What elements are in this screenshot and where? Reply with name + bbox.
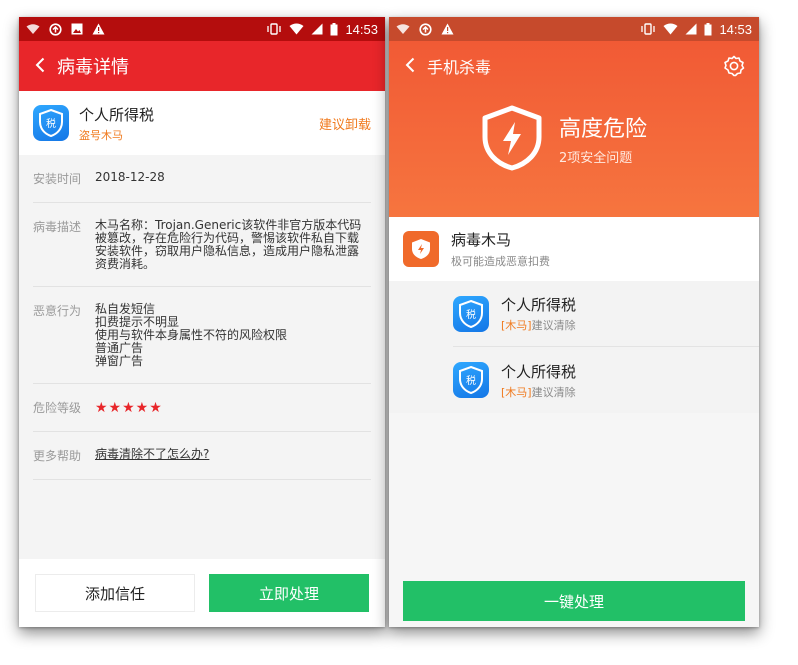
risk-level-text: 高度危险 [558,116,647,142]
wifi-question-icon [396,23,410,35]
virus-detail-screen: 14:53 病毒详情 税 个人所得税 盗号木马 建议卸载 安装时间 2018-1… [19,17,385,627]
category-desc: 极可能造成恶意扣费 [451,255,550,268]
detail-row-description: 病毒描述 木马名称：Trojan.Generic该软件非官方版本代码 被篡改，存… [33,203,371,287]
tax-icon-label: 税 [46,117,56,130]
app-info-row: 税 个人所得税 盗号木马 建议卸载 [19,91,385,155]
detail-row-risk-level: 危险等级 ★★★★★ [33,384,371,432]
danger-shield-icon [481,105,543,171]
threat-tag: [木马] [501,385,532,399]
status-time: 14:53 [719,21,752,37]
gear-icon[interactable] [723,55,745,77]
risk-stars: ★★★★★ [95,400,163,416]
issue-count-text: 2项安全问题 [558,150,633,166]
signal-icon [311,23,323,35]
sync-icon [419,22,432,36]
suggestion-text: 建议清除 [531,319,576,332]
uninstall-suggestion-link[interactable]: 建议卸载 [319,114,371,133]
wifi-question-icon [26,23,40,35]
tax-icon-label: 税 [466,374,476,387]
risk-summary-header: 手机杀毒 高度危险 2项安全问题 [389,41,759,217]
detail-value: 2018-12-28 [95,170,165,184]
page-title: 手机杀毒 [427,58,492,77]
threat-type: 盗号木马 [79,128,123,142]
image-icon [71,23,83,35]
tax-app-icon: 税 [453,295,489,332]
tax-app-icon: 税 [453,362,489,398]
back-arrow-icon[interactable] [35,56,45,76]
detail-label: 恶意行为 [33,304,82,318]
action-bar: 添加信任 立即处理 [19,559,385,627]
vibrate-icon [640,23,656,35]
status-time: 14:53 [345,21,378,37]
app-bar: 病毒详情 [19,41,385,91]
status-bar: 14:53 [389,17,759,41]
detail-label: 危险等级 [33,401,82,415]
suggestion-text: 建议清除 [531,385,576,399]
detail-label: 安装时间 [33,172,82,186]
battery-icon [330,22,338,36]
infected-app-list: 税 个人所得税 [木马]建议清除 税 个人所得税 [木马]建议清除 [389,281,759,413]
category-name: 病毒木马 [451,231,512,249]
detail-row-malicious-behavior: 恶意行为 私自发短信 扣费提示不明显 使用与软件本身属性不符的风险权限 普通广告… [33,287,371,384]
back-arrow-icon[interactable] [405,56,415,76]
help-link[interactable]: 病毒清除不了怎么办? [95,447,209,461]
sync-icon [49,22,62,36]
detail-label: 病毒描述 [33,220,82,234]
detail-label: 更多帮助 [33,449,82,463]
description-line: 资费消耗。 [95,257,156,271]
trojan-shield-icon [403,231,439,267]
app-name: 个人所得税 [79,105,155,124]
wifi-icon [289,23,304,35]
threat-tag: [木马] [501,319,532,332]
detail-row-install-time: 安装时间 2018-12-28 [33,155,371,203]
list-item[interactable]: 税 个人所得税 [木马]建议清除 [453,347,759,413]
wifi-icon [663,23,678,35]
app-name: 个人所得税 [501,362,577,381]
battery-icon [704,22,712,36]
tax-icon-label: 税 [466,308,476,321]
handle-now-button[interactable]: 立即处理 [209,574,369,612]
signal-icon [685,23,697,35]
add-trust-button[interactable]: 添加信任 [35,574,195,612]
vibrate-icon [266,23,282,35]
status-bar: 14:53 [19,17,385,41]
detail-list: 安装时间 2018-12-28 病毒描述 木马名称：Trojan.Generic… [19,155,385,480]
list-item[interactable]: 税 个人所得税 [木马]建议清除 [453,281,759,347]
one-click-handle-button[interactable]: 一键处理 [403,581,745,621]
page-title: 病毒详情 [57,57,129,78]
tax-app-icon: 税 [33,105,69,141]
antivirus-scan-screen: 14:53 手机杀毒 高度危险 2项安全问题 病毒木马 极可能造成恶意扣费 税 … [389,17,759,627]
warning-icon [441,23,454,35]
virus-category-row[interactable]: 病毒木马 极可能造成恶意扣费 [389,217,759,281]
app-name: 个人所得税 [501,296,577,314]
behavior-item: 弹窗广告 [95,354,144,368]
warning-icon [92,23,105,35]
detail-row-help: 更多帮助 病毒清除不了怎么办? [33,432,371,480]
